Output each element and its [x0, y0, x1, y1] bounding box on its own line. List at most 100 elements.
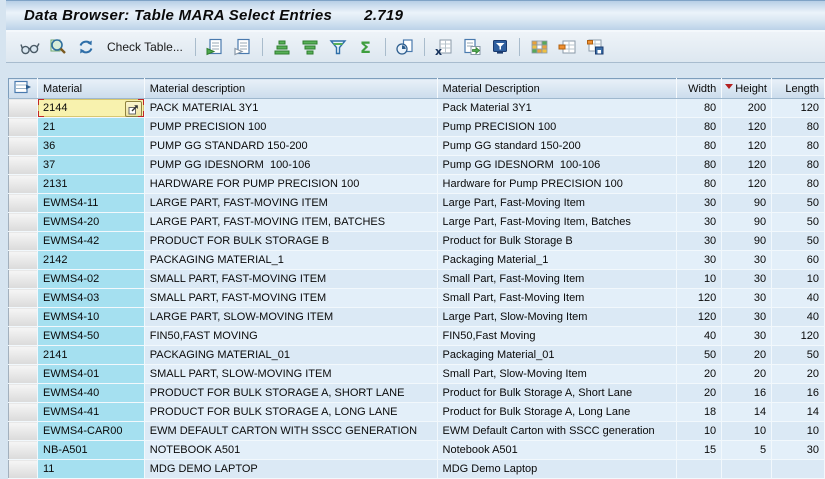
cell-material-description[interactable]: Hardware for Pump PRECISION 100 [437, 175, 677, 194]
column-header-material[interactable]: Material [38, 79, 145, 99]
row-selector-button[interactable] [9, 270, 38, 289]
cell-material-description[interactable]: FIN50,Fast Moving [437, 327, 677, 346]
check-table-button[interactable]: Check Table... [101, 35, 189, 59]
cell-material-description[interactable]: Pump GG standard 150-200 [437, 137, 677, 156]
cell-length[interactable]: 120 [772, 99, 825, 118]
column-header-material-description-upper[interactable]: Material description [144, 79, 437, 99]
find-button[interactable] [45, 35, 71, 59]
cell-material[interactable]: EWMS4-10 [38, 308, 145, 327]
cell-material-description[interactable]: Pump PRECISION 100 [437, 118, 677, 137]
cell-width[interactable]: 30 [677, 232, 722, 251]
row-selector-button[interactable] [9, 175, 38, 194]
cell-length[interactable]: 16 [772, 384, 825, 403]
cell-material-description[interactable]: Large Part, Slow-Moving Item [437, 308, 677, 327]
cell-material[interactable]: 2144 [38, 99, 145, 118]
column-header-material-description[interactable]: Material Description [437, 79, 677, 99]
cell-material[interactable]: EWMS4-11 [38, 194, 145, 213]
cell-height[interactable]: 90 [722, 213, 772, 232]
cell-material[interactable]: 11 [38, 460, 145, 479]
cell-material-description[interactable]: Product for Bulk Storage B [437, 232, 677, 251]
cell-material[interactable]: 2141 [38, 346, 145, 365]
excel-view-button[interactable]: x [431, 35, 457, 59]
cell-material-description[interactable]: Small Part, Fast-Moving Item [437, 289, 677, 308]
row-selector-button[interactable] [9, 232, 38, 251]
cell-material-description-upper[interactable]: MDG DEMO LAPTOP [144, 460, 437, 479]
cell-height[interactable]: 10 [722, 422, 772, 441]
cell-height[interactable]: 120 [722, 175, 772, 194]
row-selector-button[interactable] [9, 156, 38, 175]
cell-width[interactable]: 80 [677, 137, 722, 156]
row-selector-button[interactable] [9, 403, 38, 422]
cell-width[interactable]: 50 [677, 346, 722, 365]
row-selector-button[interactable] [9, 137, 38, 156]
cell-length[interactable]: 50 [772, 194, 825, 213]
word-processing-button[interactable] [487, 35, 513, 59]
cell-length[interactable]: 10 [772, 270, 825, 289]
row-selector-button[interactable] [9, 251, 38, 270]
cell-material[interactable]: EWMS4-40 [38, 384, 145, 403]
cell-material-description-upper[interactable]: PUMP GG STANDARD 150-200 [144, 137, 437, 156]
graphic-layout-button[interactable] [526, 35, 552, 59]
cell-material-description-upper[interactable]: NOTEBOOK A501 [144, 441, 437, 460]
cell-width[interactable]: 120 [677, 308, 722, 327]
cell-material[interactable]: 21 [38, 118, 145, 137]
row-selector-button[interactable] [9, 194, 38, 213]
row-selector-button[interactable] [9, 365, 38, 384]
cell-width[interactable]: 30 [677, 194, 722, 213]
cell-material-description-upper[interactable]: FIN50,FAST MOVING [144, 327, 437, 346]
cell-width[interactable]: 10 [677, 270, 722, 289]
cell-width[interactable]: 18 [677, 403, 722, 422]
cell-material-description-upper[interactable]: SMALL PART, FAST-MOVING ITEM [144, 289, 437, 308]
cell-material[interactable]: 2142 [38, 251, 145, 270]
cell-length[interactable]: 30 [772, 441, 825, 460]
cell-material[interactable]: NB-A501 [38, 441, 145, 460]
column-header-width[interactable]: Width [677, 79, 722, 99]
cell-material[interactable]: EWMS4-41 [38, 403, 145, 422]
column-header-length[interactable]: Length [772, 79, 825, 99]
cell-height[interactable] [722, 460, 772, 479]
cell-width[interactable]: 80 [677, 156, 722, 175]
column-header-height[interactable]: Height [722, 79, 772, 99]
cell-width[interactable]: 80 [677, 118, 722, 137]
cell-material-description-upper[interactable]: SMALL PART, FAST-MOVING ITEM [144, 270, 437, 289]
cell-height[interactable]: 20 [722, 346, 772, 365]
cell-material-description-upper[interactable]: PRODUCT FOR BULK STORAGE A, LONG LANE [144, 403, 437, 422]
cell-material-description-upper[interactable]: LARGE PART, SLOW-MOVING ITEM [144, 308, 437, 327]
cell-material-description[interactable]: Product for Bulk Storage A, Long Lane [437, 403, 677, 422]
cell-width[interactable]: 10 [677, 422, 722, 441]
cell-material-description-upper[interactable]: PRODUCT FOR BULK STORAGE A, SHORT LANE [144, 384, 437, 403]
cell-length[interactable]: 80 [772, 137, 825, 156]
cell-material-description-upper[interactable]: PACKAGING MATERIAL_1 [144, 251, 437, 270]
cell-length[interactable]: 50 [772, 232, 825, 251]
cell-material-description[interactable]: EWM Default Carton with SSCC generation [437, 422, 677, 441]
cell-material-description[interactable]: Small Part, Slow-Moving Item [437, 365, 677, 384]
cell-material-description-upper[interactable]: HARDWARE FOR PUMP PRECISION 100 [144, 175, 437, 194]
cell-height[interactable]: 120 [722, 137, 772, 156]
cell-material-description-upper[interactable]: PRODUCT FOR BULK STORAGE B [144, 232, 437, 251]
cell-length[interactable]: 40 [772, 308, 825, 327]
sort-ascending-button[interactable] [269, 35, 295, 59]
refresh-button[interactable] [73, 35, 99, 59]
row-selector-button[interactable] [9, 99, 38, 118]
cell-width[interactable]: 80 [677, 99, 722, 118]
cell-width[interactable]: 120 [677, 289, 722, 308]
cell-height[interactable]: 30 [722, 289, 772, 308]
row-selector-button[interactable] [9, 327, 38, 346]
cell-height[interactable]: 90 [722, 232, 772, 251]
row-selector-button[interactable] [9, 422, 38, 441]
total-button[interactable]: Σ [353, 35, 379, 59]
cell-length[interactable] [772, 460, 825, 479]
cell-material[interactable]: EWMS4-01 [38, 365, 145, 384]
cell-material-description-upper[interactable]: LARGE PART, FAST-MOVING ITEM, BATCHES [144, 213, 437, 232]
display-details-button[interactable] [17, 35, 43, 59]
display-entry-button[interactable] [230, 35, 256, 59]
row-selector-button[interactable] [9, 460, 38, 479]
row-selector-button[interactable] [9, 384, 38, 403]
cell-material-description[interactable]: Pack Material 3Y1 [437, 99, 677, 118]
cell-material-description-upper[interactable]: PUMP PRECISION 100 [144, 118, 437, 137]
cell-height[interactable]: 120 [722, 156, 772, 175]
cell-length[interactable]: 80 [772, 156, 825, 175]
row-selector-button[interactable] [9, 289, 38, 308]
cell-material-description[interactable]: Product for Bulk Storage A, Short Lane [437, 384, 677, 403]
cell-height[interactable]: 30 [722, 251, 772, 270]
